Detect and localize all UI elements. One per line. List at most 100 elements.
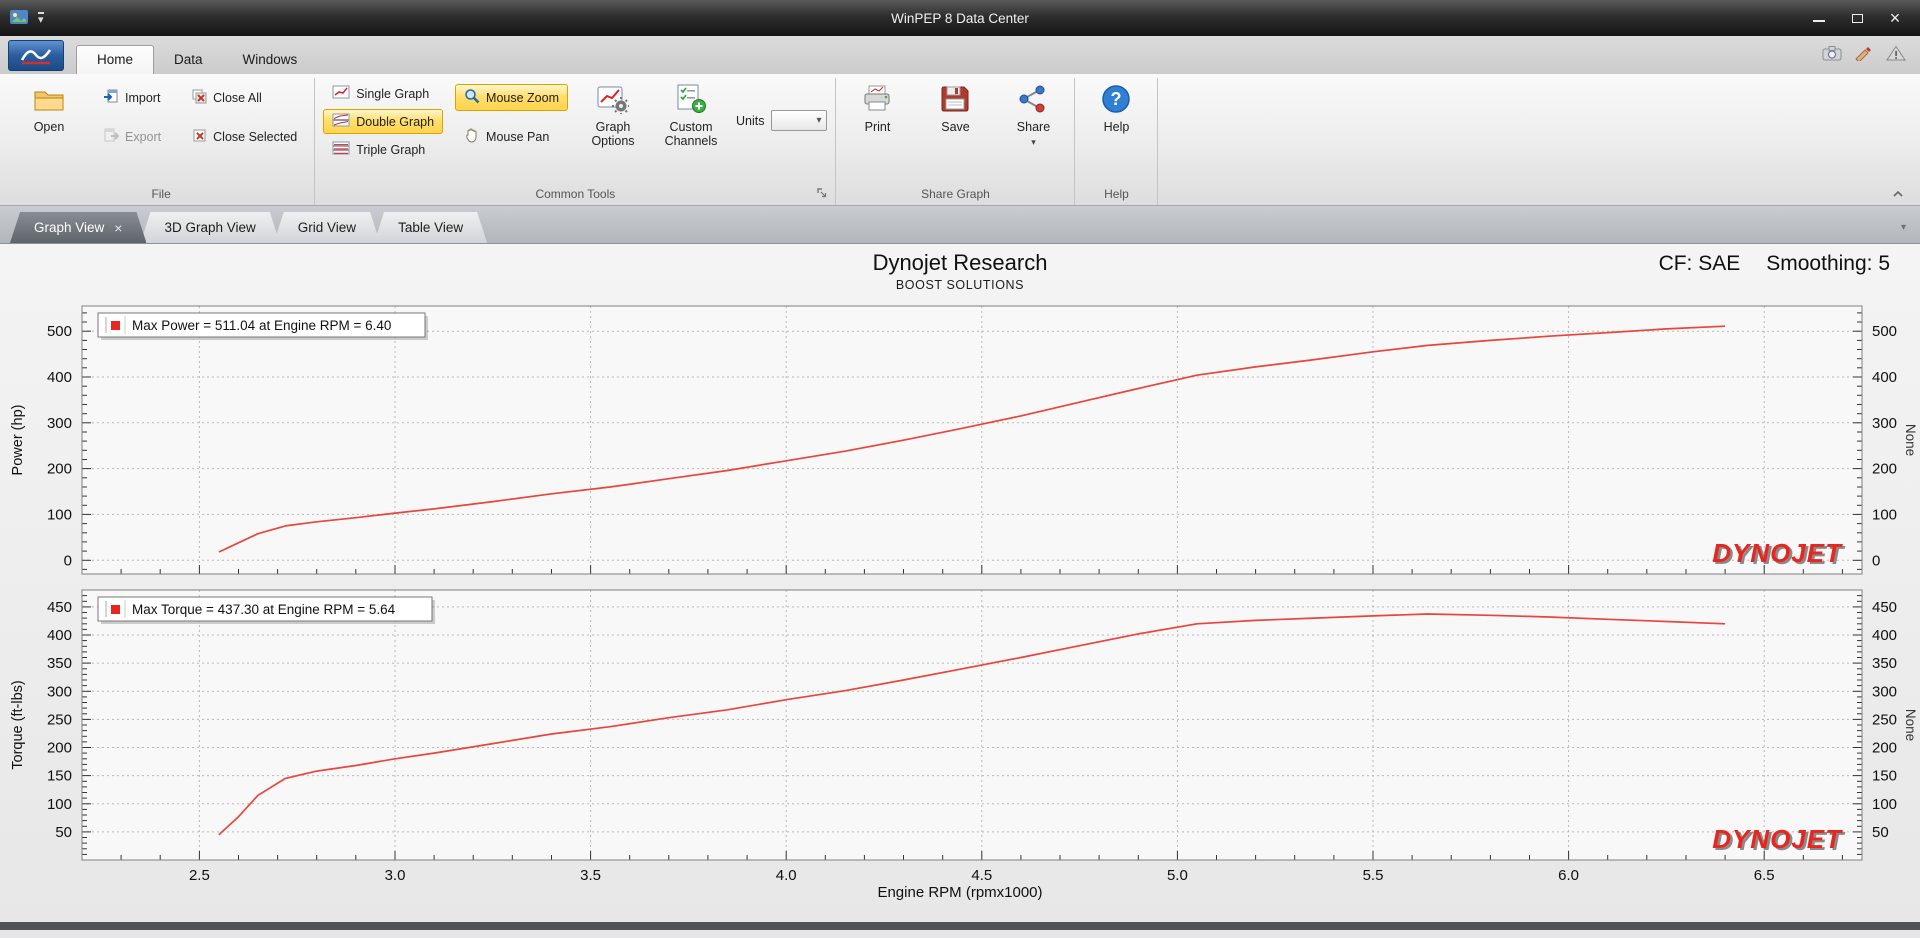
smoothing-value: Smoothing: 5 <box>1766 252 1890 275</box>
single-graph-button[interactable]: Single Graph <box>323 81 443 106</box>
maximize-button[interactable] <box>1838 4 1876 32</box>
import-button[interactable]: Import <box>94 84 170 111</box>
close-all-label: Close All <box>213 90 262 105</box>
brush-icon[interactable] <box>1854 45 1874 64</box>
x-axis-label: Engine RPM (rpmx1000) <box>877 884 1043 901</box>
mouse-zoom-icon <box>464 88 480 107</box>
close-all-button[interactable]: Close All <box>182 84 306 111</box>
svg-text:4.0: 4.0 <box>776 867 797 884</box>
svg-text:Max Torque = 437.30 at Engine: Max Torque = 437.30 at Engine RPM = 5.64 <box>132 602 396 617</box>
application-menu-button[interactable] <box>8 40 64 71</box>
tab-close-icon[interactable]: × <box>114 222 122 234</box>
svg-text:300: 300 <box>47 415 72 432</box>
print-label: Print <box>864 120 891 134</box>
torque-chart[interactable]: 50 50 100 100 150 150 200 200 250 250 300 300 350 350… <box>0 584 1920 884</box>
close-button[interactable]: × <box>1876 4 1914 32</box>
ribbon-group-help: ? Help Help <box>1075 78 1159 205</box>
graph-options-button[interactable]: Graph Options <box>580 78 646 149</box>
tab-table-view-label: Table View <box>398 220 464 235</box>
tab-3d-graph-view[interactable]: 3D Graph View <box>140 212 279 243</box>
help-button[interactable]: ? Help <box>1083 78 1149 134</box>
mouse-pan-button[interactable]: Mouse Pan <box>455 123 568 150</box>
svg-text:300: 300 <box>1872 415 1897 432</box>
ribbon-group-file: Open Import Export Close All Close Selec… <box>8 78 316 205</box>
graph-options-label: Graph Options <box>591 120 635 149</box>
share-button[interactable]: Share ▾ <box>1000 78 1066 148</box>
app-icon[interactable] <box>10 9 28 27</box>
units-select[interactable]: ▾ <box>771 110 828 131</box>
svg-text:500: 500 <box>47 323 72 340</box>
svg-text:100: 100 <box>1872 796 1897 813</box>
svg-text:None: None <box>1903 709 1918 741</box>
triple-graph-button[interactable]: Triple Graph <box>323 137 443 162</box>
svg-text:400: 400 <box>47 627 72 644</box>
graph-view-panel: Dynojet Research BOOST SOLUTIONS CF: SAE… <box>0 244 1920 922</box>
svg-text:50: 50 <box>1872 824 1889 841</box>
mouse-pan-label: Mouse Pan <box>486 129 550 144</box>
ribbon-group-common-tools: Single Graph Double Graph Triple Graph M… <box>315 78 837 205</box>
ribbon-tab-windows[interactable]: Windows <box>223 46 318 74</box>
print-button[interactable]: Print <box>844 78 910 134</box>
svg-text:3.5: 3.5 <box>580 867 601 884</box>
tab-grid-view[interactable]: Grid View <box>274 212 380 243</box>
svg-text:4.5: 4.5 <box>971 867 992 884</box>
svg-text:3.0: 3.0 <box>385 867 406 884</box>
share-dropdown-icon: ▾ <box>1031 137 1036 148</box>
svg-text:350: 350 <box>47 655 72 672</box>
double-graph-icon <box>332 113 350 130</box>
close-selected-icon <box>191 127 207 146</box>
svg-text:5.5: 5.5 <box>1363 867 1384 884</box>
mouse-zoom-button[interactable]: Mouse Zoom <box>455 84 568 111</box>
svg-text:450: 450 <box>47 599 72 616</box>
close-selected-button[interactable]: Close Selected <box>182 123 306 150</box>
import-icon <box>103 88 119 107</box>
import-label: Import <box>125 90 161 105</box>
warning-icon[interactable] <box>1886 45 1906 64</box>
close-selected-label: Close Selected <box>213 129 298 144</box>
camera-icon[interactable] <box>1822 45 1842 64</box>
titlebar: ▾ WinPEP 8 Data Center × <box>0 0 1920 36</box>
minimize-button[interactable] <box>1800 4 1838 32</box>
mouse-zoom-label: Mouse Zoom <box>486 90 559 105</box>
svg-text:400: 400 <box>1872 369 1897 386</box>
tab-table-view[interactable]: Table View <box>374 212 487 243</box>
tab-list-dropdown-icon[interactable]: ▾ <box>1901 222 1906 233</box>
share-icon <box>1017 83 1049 115</box>
svg-text:DYNOJET: DYNOJET <box>1712 824 1843 854</box>
save-button[interactable]: Save <box>922 78 988 134</box>
minimize-icon <box>1813 14 1825 22</box>
double-graph-button[interactable]: Double Graph <box>323 109 444 134</box>
custom-channels-button[interactable]: Custom Channels <box>658 78 724 149</box>
svg-text:350: 350 <box>1872 655 1897 672</box>
bottom-strip <box>0 922 1920 930</box>
export-label: Export <box>125 129 162 144</box>
graph-options-icon <box>597 83 629 115</box>
svg-text:300: 300 <box>47 683 72 700</box>
svg-text:6.5: 6.5 <box>1754 867 1775 884</box>
open-button[interactable]: Open <box>16 78 82 134</box>
share-label: Share <box>1016 120 1051 134</box>
svg-text:250: 250 <box>47 711 72 728</box>
export-button[interactable]: Export <box>94 123 170 150</box>
tab-graph-view[interactable]: Graph View × <box>10 212 146 243</box>
ribbon-tab-data[interactable]: Data <box>154 46 223 74</box>
svg-text:5.0: 5.0 <box>1167 867 1188 884</box>
units-label: Units <box>736 113 765 128</box>
chevron-down-icon: ▾ <box>816 115 822 126</box>
tab-graph-view-label: Graph View <box>34 220 105 235</box>
svg-text:100: 100 <box>1872 506 1897 523</box>
svg-text:500: 500 <box>1872 323 1897 340</box>
tab-grid-view-label: Grid View <box>297 220 357 235</box>
collapse-ribbon-chevron[interactable] <box>1892 186 1904 201</box>
triple-graph-icon <box>332 141 350 158</box>
svg-text:150: 150 <box>47 768 72 785</box>
chart-subtitle: BOOST SOLUTIONS <box>895 278 1025 292</box>
svg-text:150: 150 <box>1872 768 1897 785</box>
mouse-pan-icon <box>464 127 480 146</box>
ribbon-tab-home[interactable]: Home <box>76 45 155 74</box>
quick-access-dropdown-icon[interactable]: ▾ <box>38 11 44 25</box>
svg-text:0: 0 <box>1872 552 1880 569</box>
help-group-label: Help <box>1104 187 1129 201</box>
power-chart[interactable]: 0 0 100 100 200 200 300 300 400 400 500 500 Max Powe… <box>0 298 1920 582</box>
dialog-launcher-icon[interactable] <box>817 187 827 201</box>
